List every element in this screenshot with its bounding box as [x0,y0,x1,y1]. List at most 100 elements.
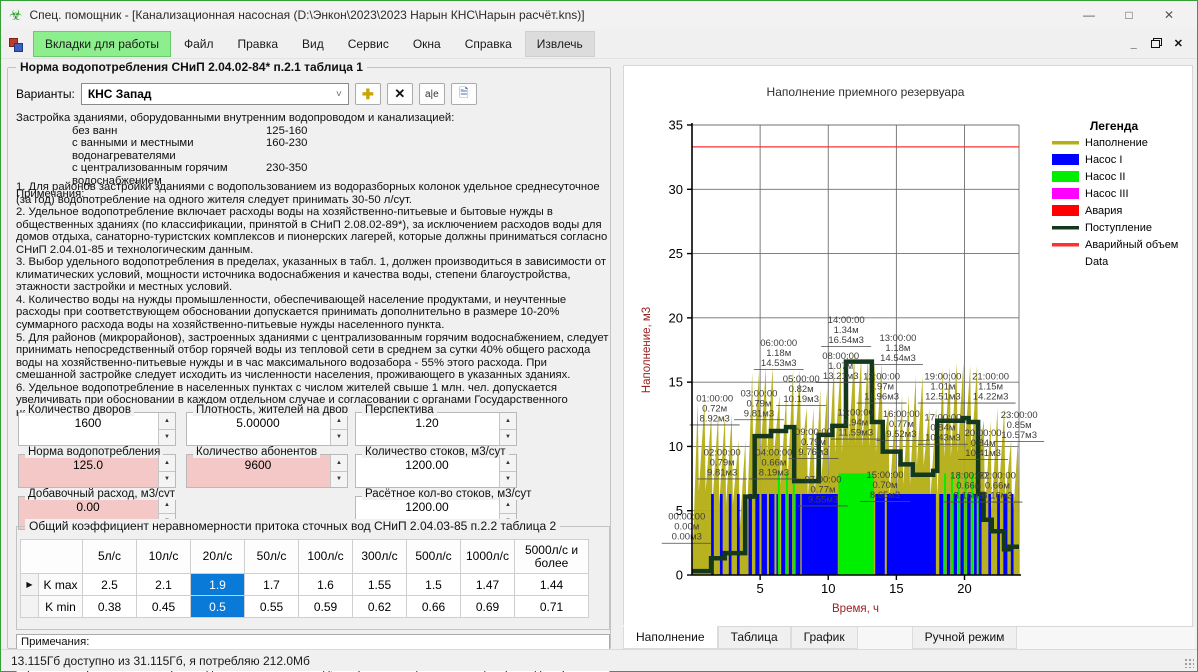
tab-график[interactable]: График [791,627,858,649]
field-dvory-value[interactable]: 1600 [19,416,157,430]
field-dvory-spinner[interactable]: ▲▼ [158,413,175,445]
field-abonenty[interactable]: Количество абонентов 9600 ▲▼ [186,454,348,488]
table-header-50лс[interactable]: 50л/с [245,540,299,574]
svg-text:20: 20 [957,581,971,596]
svg-text:9.81м3: 9.81м3 [707,467,737,478]
copy-variant-button[interactable]: 🗎 [451,83,477,105]
rename-variant-button[interactable]: a|e [419,83,445,105]
field-abonenty-spinner[interactable]: ▲▼ [330,455,347,487]
add-variant-button[interactable]: ✚ [355,83,381,105]
table-cell[interactable]: 0.69 [461,596,515,618]
field-dvory-label: Количество дворов [25,404,134,416]
status-bar: 13.115Гб доступно из 31.115Гб, я потребл… [1,649,1197,671]
table-header-5000лсиболее[interactable]: 5000л/с и более [515,540,589,574]
field-stoki-spinner[interactable]: ▲▼ [499,455,516,487]
field-norma[interactable]: Норма водопотребления 125.0 ▲▼ [18,454,176,488]
window-title: Спец. помощник - [Канализационная насосн… [29,8,584,22]
svg-text:10: 10 [669,439,683,454]
svg-text:9.76м3: 9.76м3 [798,447,828,458]
menu-item-1[interactable]: Файл [173,32,225,56]
minimize-button[interactable]: — [1069,1,1109,29]
bottom-tabs: НаполнениеТаблицаГрафик Ручной режим [623,627,1195,651]
svg-text:0: 0 [676,568,683,583]
menu-item-3[interactable]: Вид [291,32,335,56]
field-abonenty-value[interactable]: 9600 [187,458,329,472]
x-axis-label: Время, ч [832,603,879,615]
field-plotnost-spinner[interactable]: ▲▼ [330,413,347,445]
mdi-minimize-button[interactable]: _ [1131,38,1137,50]
chart-annotation: 12:00:000.97м11.96м3 [857,372,907,404]
table-header-500лс[interactable]: 500л/с [407,540,461,574]
close-button[interactable]: ✕ [1149,1,1189,29]
table-cell[interactable]: 1.5 [407,574,461,596]
table-cell[interactable]: 1.47 [461,574,515,596]
tab-наполнение[interactable]: Наполнение [623,625,718,649]
document-icon: 🗎 [459,84,469,105]
mdi-close-button[interactable]: ✕ [1174,37,1183,50]
tab-таблица[interactable]: Таблица [718,627,791,649]
table-header-300лс[interactable]: 300л/с [353,540,407,574]
table-cell[interactable]: 1.6 [299,574,353,596]
table-cell[interactable]: 1.9 [191,574,245,596]
table-cell[interactable]: 0.5 [191,596,245,618]
field-perspektiva[interactable]: Перспектива 1.20 ▲▼ [355,412,517,446]
menu-item-7[interactable]: Извлечь [525,31,595,57]
table-header-10лс[interactable]: 10л/с [137,540,191,574]
chart-title: Наполнение приемного резервуара [767,85,965,99]
svg-text:9.55м3: 9.55м3 [808,494,838,505]
rename-icon: a|e [425,89,439,100]
svg-text:10: 10 [821,581,835,596]
delete-variant-button[interactable]: ✕ [387,83,413,105]
menu-item-2[interactable]: Правка [226,32,289,56]
table-cell[interactable]: 0.59 [299,596,353,618]
maximize-button[interactable]: □ [1109,1,1149,29]
table-header-1000лс[interactable]: 1000л/с [461,540,515,574]
mdi-restore-button[interactable] [1151,40,1160,48]
table-cell[interactable]: 1.44 [515,574,589,596]
resize-grip[interactable] [1184,658,1194,668]
table-cell[interactable]: 2.5 [83,574,137,596]
field-perspektiva-value[interactable]: 1.20 [356,416,498,430]
svg-text:9.52м3: 9.52м3 [886,429,916,440]
field-norma-value[interactable]: 125.0 [19,458,157,472]
svg-text:13.21м3: 13.21м3 [823,371,859,382]
title-bar: ☣ Спец. помощник - [Канализационная насо… [1,1,1197,29]
table-header-20лс[interactable]: 20л/с [191,540,245,574]
table-cell[interactable]: 0.62 [353,596,407,618]
table-header-5лс[interactable]: 5л/с [83,540,137,574]
mdi-window-controls: _ ✕ [1131,37,1183,50]
table-cell[interactable]: 0.38 [83,596,137,618]
table-cell[interactable]: 1.55 [353,574,407,596]
reservoir-chart: 00:00:000.00м0.00м301:00:000.72м8.92м302… [624,66,1192,626]
table-cell[interactable]: 0.55 [245,596,299,618]
row-label: K min [39,596,83,618]
table-header-100лс[interactable]: 100л/с [299,540,353,574]
field-perspektiva-spinner[interactable]: ▲▼ [499,413,516,445]
field-stoki[interactable]: Количество стоков, м3/сут 1200.00 ▲▼ [355,454,517,488]
field-raschet-value[interactable]: 1200.00 [356,500,498,514]
building-row: с ванными и местными водонагревателями16… [16,137,608,162]
field-dvory[interactable]: Количество дворов 1600 ▲▼ [18,412,176,446]
field-stoki-value[interactable]: 1200.00 [356,458,498,472]
field-dobavochny-value[interactable]: 0.00 [19,500,157,514]
field-plotnost-value[interactable]: 5.00000 [187,416,329,430]
menu-item-5[interactable]: Окна [402,32,452,56]
table-cell[interactable]: 1.7 [245,574,299,596]
menu-item-0[interactable]: Вкладки для работы [33,31,171,57]
table-cell[interactable]: 2.1 [137,574,191,596]
tab-ручной-режим[interactable]: Ручной режим [912,627,1018,649]
row-label: K max [39,574,83,596]
legend-swatch-box [1052,154,1079,165]
chart-annotation: 06:00:001.18м14.53м3 [754,338,804,370]
field-norma-spinner[interactable]: ▲▼ [158,455,175,487]
svg-text:5: 5 [676,503,683,518]
table-cell[interactable]: 0.45 [137,596,191,618]
menu-item-4[interactable]: Сервис [337,32,400,56]
koeff-table: 5л/с10л/с20л/с50л/с100л/с300л/с500л/с100… [20,539,589,618]
menu-item-6[interactable]: Справка [454,32,523,56]
variant-combobox[interactable]: КНС Запад ˅ [81,83,349,105]
field-plotnost[interactable]: Плотность, жителей на двор 5.00000 ▲▼ [186,412,348,446]
table-cell[interactable]: 0.66 [407,596,461,618]
table-cell[interactable]: 0.71 [515,596,589,618]
svg-text:9.81м3: 9.81м3 [744,408,774,419]
